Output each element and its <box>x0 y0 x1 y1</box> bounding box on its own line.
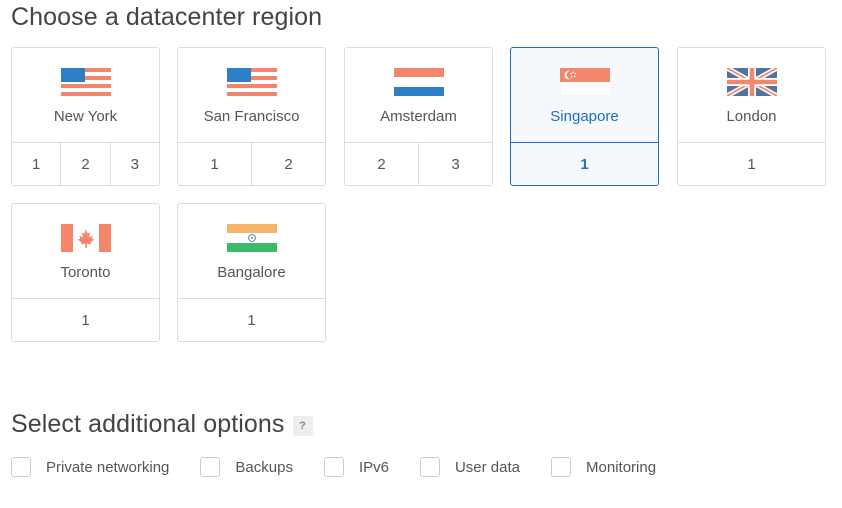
region-name: Singapore <box>550 108 619 125</box>
netherlands-flag-icon <box>394 68 444 96</box>
datacenter-option[interactable]: 3 <box>109 143 159 185</box>
options-heading: Select additional options? <box>11 410 313 439</box>
option-backups[interactable]: Backups <box>200 457 293 477</box>
us-flag-icon <box>227 68 277 96</box>
uk-flag-icon <box>727 68 777 96</box>
additional-options: Private networking Backups IPv6 User dat… <box>11 455 687 479</box>
region-card-singapore[interactable]: Singapore 1 <box>510 47 659 186</box>
datacenter-option[interactable]: 2 <box>60 143 109 185</box>
region-name: Bangalore <box>217 264 286 281</box>
datacenter-option[interactable]: 2 <box>251 143 325 185</box>
option-private-networking[interactable]: Private networking <box>11 457 169 477</box>
region-name: London <box>726 108 777 125</box>
datacenter-option[interactable]: 3 <box>418 143 492 185</box>
backups-checkbox[interactable] <box>200 457 221 477</box>
datacenter-option[interactable]: 1 <box>178 143 251 185</box>
help-icon[interactable]: ? <box>292 416 313 436</box>
india-flag-icon <box>227 224 277 252</box>
datacenter-row: 1 2 3 <box>12 142 159 185</box>
region-card-toronto[interactable]: Toronto 1 <box>11 203 160 342</box>
region-name: New York <box>53 108 118 125</box>
option-label: IPv6 <box>358 458 389 476</box>
datacenter-row: 1 2 <box>178 142 325 185</box>
option-label: User data <box>454 458 521 476</box>
option-label: Monitoring <box>586 458 657 476</box>
region-card-london[interactable]: London 1 <box>677 47 826 186</box>
region-card-new-york[interactable]: New York 1 2 3 <box>11 47 160 186</box>
region-card-amsterdam[interactable]: Amsterdam 2 3 <box>344 47 493 186</box>
datacenter-row: 1 <box>511 142 658 185</box>
region-card-san-francisco[interactable]: San Francisco 1 2 <box>177 47 326 186</box>
singapore-flag-icon <box>560 68 610 96</box>
datacenter-option[interactable]: 1 <box>12 299 159 341</box>
datacenter-option[interactable]: 1 <box>678 143 825 185</box>
datacenter-row: 1 <box>12 298 159 341</box>
datacenter-option[interactable]: 2 <box>345 143 418 185</box>
private-networking-checkbox[interactable] <box>11 457 31 477</box>
option-label: Private networking <box>46 458 170 476</box>
options-heading-text: Select additional options <box>11 410 285 438</box>
us-flag-icon <box>61 68 111 96</box>
option-ipv6[interactable]: IPv6 <box>323 457 389 477</box>
region-card-bangalore[interactable]: Bangalore 1 <box>177 203 326 342</box>
region-name: Toronto <box>60 264 111 281</box>
region-name: San Francisco <box>203 108 300 125</box>
datacenter-option[interactable]: 1 <box>178 299 325 341</box>
monitoring-checkbox[interactable] <box>551 457 572 477</box>
datacenter-option[interactable]: 1 <box>511 143 658 185</box>
user-data-checkbox[interactable] <box>419 457 440 477</box>
option-user-data[interactable]: User data <box>419 457 521 477</box>
region-grid: New York 1 2 3 San Francisco 1 2 Amsterd… <box>0 0 842 360</box>
region-name: Amsterdam <box>380 108 457 125</box>
option-monitoring[interactable]: Monitoring <box>551 457 656 477</box>
datacenter-row: 1 <box>678 142 825 185</box>
ipv6-checkbox[interactable] <box>323 457 344 477</box>
canada-flag-icon <box>61 224 111 252</box>
datacenter-row: 1 <box>178 298 325 341</box>
datacenter-row: 2 3 <box>345 142 492 185</box>
option-label: Backups <box>235 458 293 476</box>
datacenter-option[interactable]: 1 <box>12 143 60 185</box>
